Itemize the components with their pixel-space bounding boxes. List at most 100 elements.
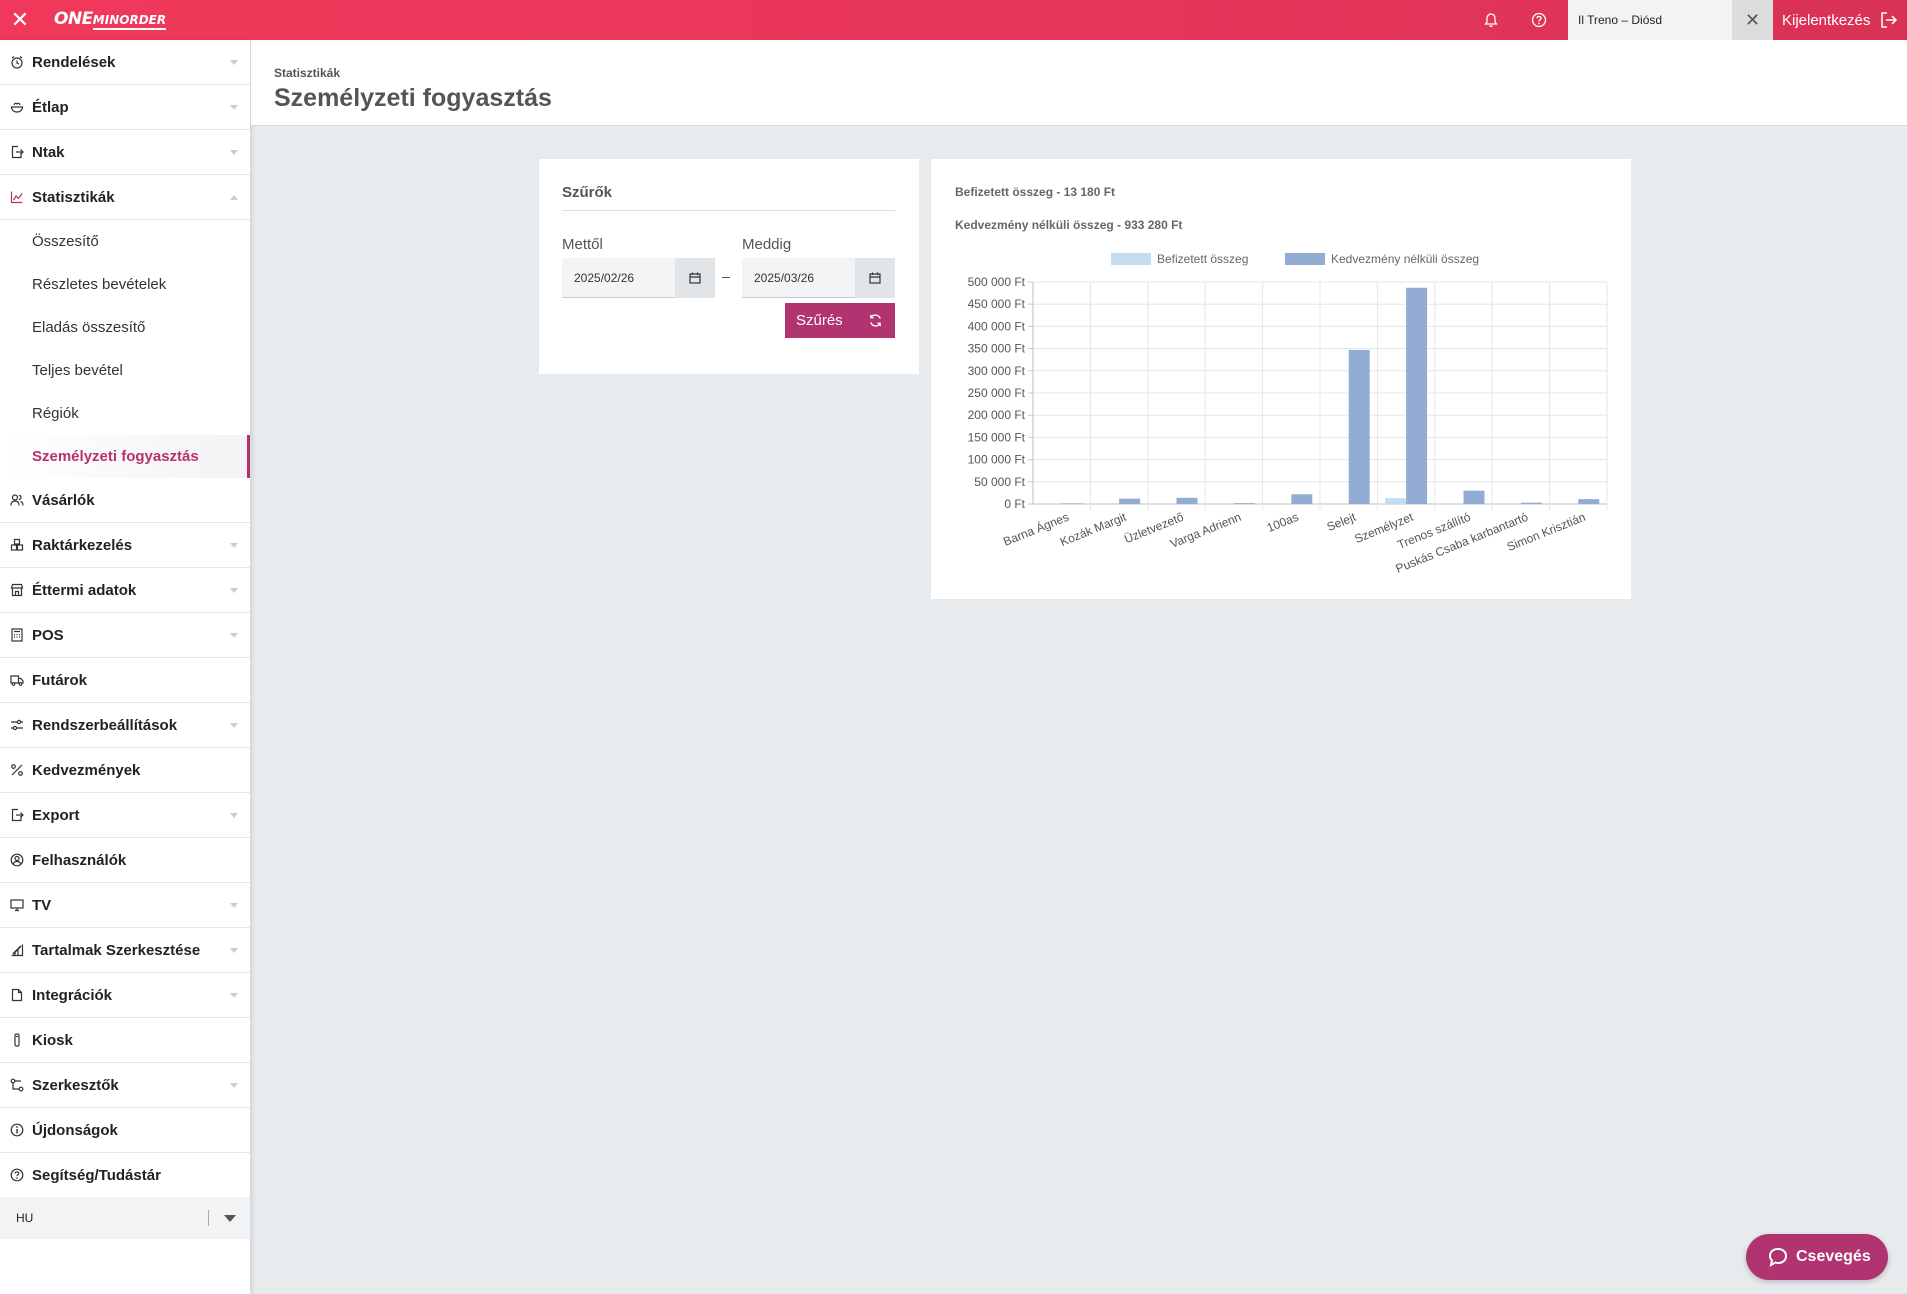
edit-chart-icon — [10, 943, 24, 957]
sidebar-item-ujdonsagok[interactable]: Újdonságok — [0, 1108, 250, 1153]
nodes-icon — [10, 1078, 24, 1092]
y-tick-label: 500 000 Ft — [968, 275, 1026, 289]
from-calendar-icon[interactable] — [675, 258, 715, 298]
legend-swatch[interactable] — [1111, 253, 1151, 265]
sidebar-item-felhasznalok[interactable]: Felhasználók — [0, 838, 250, 883]
bar-kedvezmeny-nelkuli-osszeg[interactable] — [1061, 503, 1083, 504]
calculator-icon — [10, 628, 24, 642]
submenu-item-eladas-osszesito[interactable]: Eladás összesítő — [0, 306, 250, 349]
sidebar-item-label: Felhasználók — [32, 851, 127, 869]
info-icon — [10, 1123, 24, 1137]
to-calendar-icon[interactable] — [855, 258, 895, 298]
chart-card: Befizetett összeg - 13 180 Ft Kedvezmény… — [931, 159, 1631, 599]
help-icon[interactable] — [1527, 8, 1551, 32]
filter-button-label: Szűrés — [796, 312, 843, 329]
sliders-icon — [10, 718, 24, 732]
bar-kedvezmeny-nelkuli-osszeg[interactable] — [1520, 502, 1542, 504]
x-tick-label: Kozák Margit — [1058, 510, 1129, 549]
bowl-icon — [10, 100, 24, 114]
sidebar-item-label: POS — [32, 626, 64, 644]
sidebar-item-pos[interactable]: POS — [0, 613, 250, 658]
percent-icon — [10, 763, 24, 777]
sidebar-item-kedvezmenyek[interactable]: Kedvezmények — [0, 748, 250, 793]
bell-icon[interactable] — [1479, 8, 1503, 32]
sidebar-item-label: Szerkesztők — [32, 1076, 119, 1094]
sidebar-item-label: Tartalmak Szerkesztése — [32, 941, 201, 959]
sidebar-item-vasarlok[interactable]: Vásárlók — [0, 478, 250, 523]
legend-swatch[interactable] — [1285, 253, 1325, 265]
language-value: HU — [16, 1211, 34, 1225]
restaurant-selector[interactable]: Il Treno – Diósd — [1568, 0, 1732, 40]
restaurant-close-icon[interactable]: ✕ — [1732, 0, 1773, 40]
bar-kedvezmeny-nelkuli-osszeg[interactable] — [1406, 287, 1428, 504]
sidebar-item-label: Rendelések — [32, 53, 116, 71]
sidebar-item-etlap[interactable]: Étlap — [0, 85, 250, 130]
chat-button[interactable]: Csevegés — [1746, 1234, 1888, 1280]
sidebar-item-rendelesek[interactable]: Rendelések — [0, 40, 250, 85]
legend-label[interactable]: Kedvezmény nélküli összeg — [1331, 252, 1479, 266]
sidebar-item-label: Futárok — [32, 671, 88, 689]
chevron-down-icon[interactable] — [224, 1215, 236, 1222]
logout-button[interactable]: Kijelentkezés — [1782, 0, 1898, 40]
bar-kedvezmeny-nelkuli-osszeg[interactable] — [1291, 494, 1313, 504]
users-icon — [10, 493, 24, 507]
sidebar-item-futarok[interactable]: Futárok — [0, 658, 250, 703]
y-tick-label: 350 000 Ft — [968, 342, 1026, 356]
sidebar-item-szerkesztok[interactable]: Szerkesztők — [0, 1063, 250, 1108]
x-tick-label: 100as — [1265, 510, 1301, 535]
chevron-down-icon — [230, 723, 238, 728]
chevron-down-icon — [230, 60, 238, 65]
chevron-down-icon — [230, 1083, 238, 1088]
bar-kedvezmeny-nelkuli-osszeg[interactable] — [1176, 497, 1198, 504]
sidebar-item-ettermi-adatok[interactable]: Éttermi adatok — [0, 568, 250, 613]
sidebar-item-raktarkezeles[interactable]: Raktárkezelés — [0, 523, 250, 568]
breadcrumb[interactable]: Statisztikák — [274, 66, 340, 80]
sidebar-item-tv[interactable]: TV — [0, 883, 250, 928]
close-menu-icon[interactable]: ✕ — [0, 0, 40, 40]
filter-title: Szűrők — [562, 184, 613, 201]
y-tick-label: 0 Ft — [1004, 497, 1025, 511]
legend-label[interactable]: Befizetett összeg — [1157, 252, 1248, 266]
sidebar-item-label: Export — [32, 806, 80, 824]
sidebar-item-label: Raktárkezelés — [32, 536, 133, 554]
sidebar-item-tartalmak-szerkesztese[interactable]: Tartalmak Szerkesztése — [0, 928, 250, 973]
sidebar-item-label: Újdonságok — [32, 1121, 118, 1139]
chat-bubble-icon — [1768, 1247, 1788, 1267]
submenu-item-szemelyzeti-fogyasztas[interactable]: Személyzeti fogyasztás — [0, 435, 250, 478]
refresh-icon — [870, 314, 881, 327]
submenu-item-reszletes-bevetelek[interactable]: Részletes bevételek — [0, 263, 250, 306]
bar-kedvezmeny-nelkuli-osszeg[interactable] — [1463, 490, 1485, 504]
sidebar-item-statisztikak[interactable]: Statisztikák — [0, 175, 250, 220]
chevron-down-icon — [230, 813, 238, 818]
bar-befizetett-osszeg[interactable] — [1385, 498, 1407, 504]
sidebar-menu-bottom: Vásárlók Raktárkezelés Éttermi adatok POS Fu… — [0, 478, 250, 1198]
bar-kedvezmeny-nelkuli-osszeg[interactable] — [1578, 499, 1600, 504]
to-date-input[interactable]: 2025/03/26 — [742, 258, 855, 298]
x-tick-label: Selejt — [1325, 510, 1359, 534]
sidebar-item-segitseg-tudastar[interactable]: Segítség/Tudástár — [0, 1153, 250, 1198]
sidebar-item-label: Integrációk — [32, 986, 113, 1004]
bar-kedvezmeny-nelkuli-osszeg[interactable] — [1233, 503, 1255, 504]
chevron-down-icon — [230, 588, 238, 593]
sidebar-item-rendszerbeallitasok[interactable]: Rendszerbeállítások — [0, 703, 250, 748]
sidebar-item-integraciok[interactable]: Integrációk — [0, 973, 250, 1018]
submenu-item-teljes-bevetel[interactable]: Teljes bevétel — [0, 349, 250, 392]
document-export-icon — [10, 145, 24, 159]
language-selector[interactable]: HU — [0, 1197, 250, 1239]
from-date-input[interactable]: 2025/02/26 — [562, 258, 675, 298]
y-tick-label: 200 000 Ft — [968, 408, 1026, 422]
sidebar-item-export[interactable]: Export — [0, 793, 250, 838]
bar-kedvezmeny-nelkuli-osszeg[interactable] — [1119, 498, 1141, 504]
help-icon — [10, 1168, 24, 1182]
filter-button[interactable]: Szűrés — [785, 303, 895, 338]
submenu-item-regiok[interactable]: Régiók — [0, 392, 250, 435]
submenu-item-osszesito[interactable]: Összesítő — [0, 220, 250, 263]
sidebar-item-label: Vásárlók — [32, 491, 95, 509]
y-tick-label: 400 000 Ft — [968, 319, 1026, 333]
sidebar-item-label: Statisztikák — [32, 188, 115, 206]
chart-line-icon — [10, 190, 24, 204]
sidebar-item-ntak[interactable]: Ntak — [0, 130, 250, 175]
filter-card: Szűrők Mettől Meddig 2025/02/26 – 2025/0… — [539, 159, 919, 374]
sidebar-item-kiosk[interactable]: Kiosk — [0, 1018, 250, 1063]
bar-kedvezmeny-nelkuli-osszeg[interactable] — [1348, 349, 1370, 504]
